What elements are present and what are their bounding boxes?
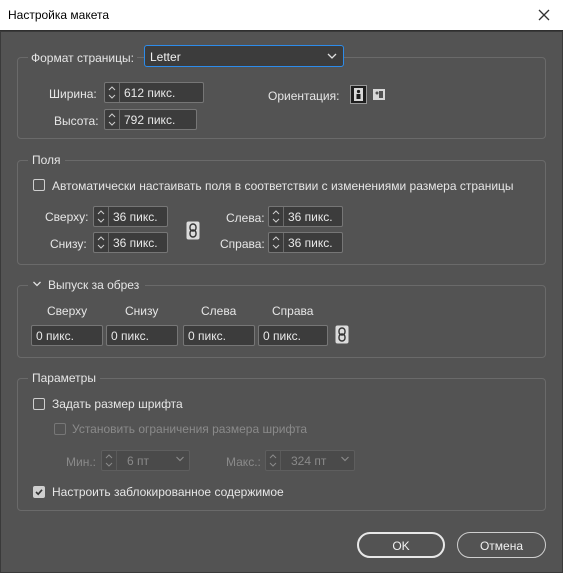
stepper-arrows-icon[interactable] xyxy=(105,110,120,129)
options-legend: Параметры xyxy=(28,371,100,385)
bleed-right-label: Справа xyxy=(272,304,314,318)
width-value: 612 пикс. xyxy=(124,86,176,100)
checkmark-icon xyxy=(35,489,43,496)
page-format-label: Формат страницы: xyxy=(28,51,137,65)
margin-right-stepper[interactable]: 36 пикс. xyxy=(268,232,343,253)
font-size-checkbox[interactable] xyxy=(33,398,45,410)
chevron-down-icon xyxy=(327,53,337,59)
bleed-left-field[interactable]: 0 пикс. xyxy=(183,325,255,346)
width-stepper[interactable]: 612 пикс. xyxy=(104,82,204,103)
bleed-legend-label: Выпуск за обрез xyxy=(48,278,140,292)
bleed-top-value: 0 пикс. xyxy=(36,329,74,343)
bleed-bottom-label: Снизу xyxy=(125,304,159,318)
margin-top-stepper[interactable]: 36 пикс. xyxy=(93,206,168,227)
font-max-value: 324 пт xyxy=(291,454,327,468)
bleed-top-field[interactable]: 0 пикс. xyxy=(31,325,103,346)
height-stepper[interactable]: 792 пикс. xyxy=(104,109,197,130)
font-min-label: Мин.: xyxy=(66,455,96,469)
stepper-arrows-icon[interactable] xyxy=(94,207,109,226)
margin-top-label: Сверху: xyxy=(45,210,89,224)
margin-bottom-value: 36 пикс. xyxy=(113,236,158,250)
bleed-legend[interactable]: Выпуск за обрез xyxy=(28,278,146,292)
font-limits-label[interactable]: Установить ограничения размера шрифта xyxy=(72,422,307,436)
page-format-value: Letter xyxy=(150,50,181,64)
stepper-arrows-icon[interactable] xyxy=(269,207,284,226)
width-label: Ширина: xyxy=(49,87,97,101)
bleed-top-label: Сверху xyxy=(47,304,88,318)
margin-left-label: Слева: xyxy=(226,211,265,225)
font-size-label[interactable]: Задать размер шрифта xyxy=(52,397,183,411)
auto-margins-label[interactable]: Автоматически настаивать поля в соответс… xyxy=(52,179,514,193)
margin-bottom-label: Снизу: xyxy=(50,237,87,251)
stepper-arrows-icon[interactable] xyxy=(266,451,281,470)
portrait-orientation-icon[interactable] xyxy=(350,85,367,104)
font-min-stepper[interactable]: 6 пт xyxy=(101,450,190,471)
locked-content-checkbox[interactable] xyxy=(33,486,45,498)
link-margins-icon[interactable] xyxy=(186,221,200,240)
landscape-orientation-icon[interactable] xyxy=(371,86,387,103)
margin-left-value: 36 пикс. xyxy=(288,210,333,224)
stepper-arrows-icon[interactable] xyxy=(94,233,109,252)
page-format-select[interactable]: Letter xyxy=(144,45,344,67)
margin-right-value: 36 пикс. xyxy=(288,236,333,250)
ok-button[interactable]: OK xyxy=(357,532,445,558)
margin-left-stepper[interactable]: 36 пикс. xyxy=(268,206,343,227)
bleed-group xyxy=(17,285,546,358)
margin-top-value: 36 пикс. xyxy=(113,210,158,224)
title-bar: Настройка макета xyxy=(0,0,563,31)
chevron-down-icon[interactable] xyxy=(340,455,350,463)
margins-legend: Поля xyxy=(28,153,65,167)
margin-bottom-stepper[interactable]: 36 пикс. xyxy=(93,232,168,253)
bleed-right-value: 0 пикс. xyxy=(263,329,301,343)
link-bleed-icon[interactable] xyxy=(335,325,349,344)
bleed-left-value: 0 пикс. xyxy=(188,329,226,343)
chevron-down-icon[interactable] xyxy=(175,455,185,463)
font-limits-checkbox[interactable] xyxy=(54,423,66,435)
bleed-bottom-field[interactable]: 0 пикс. xyxy=(106,325,178,346)
font-max-label: Макс.: xyxy=(226,455,261,469)
margin-right-label: Справа: xyxy=(220,237,265,251)
bleed-left-label: Слева xyxy=(201,304,237,318)
cancel-button[interactable]: Отмена xyxy=(457,532,546,558)
orientation-label: Ориентация: xyxy=(268,89,340,103)
bleed-right-field[interactable]: 0 пикс. xyxy=(258,325,328,346)
locked-content-label[interactable]: Настроить заблокированное содержимое xyxy=(52,485,284,499)
auto-margins-checkbox[interactable] xyxy=(33,179,45,191)
stepper-arrows-icon[interactable] xyxy=(269,233,284,252)
window-title: Настройка макета xyxy=(8,8,110,22)
height-label: Высота: xyxy=(54,114,99,128)
chevron-down-icon[interactable] xyxy=(32,280,42,288)
close-icon[interactable] xyxy=(533,4,555,26)
font-max-stepper[interactable]: 324 пт xyxy=(265,450,355,471)
bleed-bottom-value: 0 пикс. xyxy=(111,329,149,343)
height-value: 792 пикс. xyxy=(124,113,176,127)
font-min-value: 6 пт xyxy=(127,454,150,468)
stepper-arrows-icon[interactable] xyxy=(102,451,117,470)
stepper-arrows-icon[interactable] xyxy=(105,83,120,102)
